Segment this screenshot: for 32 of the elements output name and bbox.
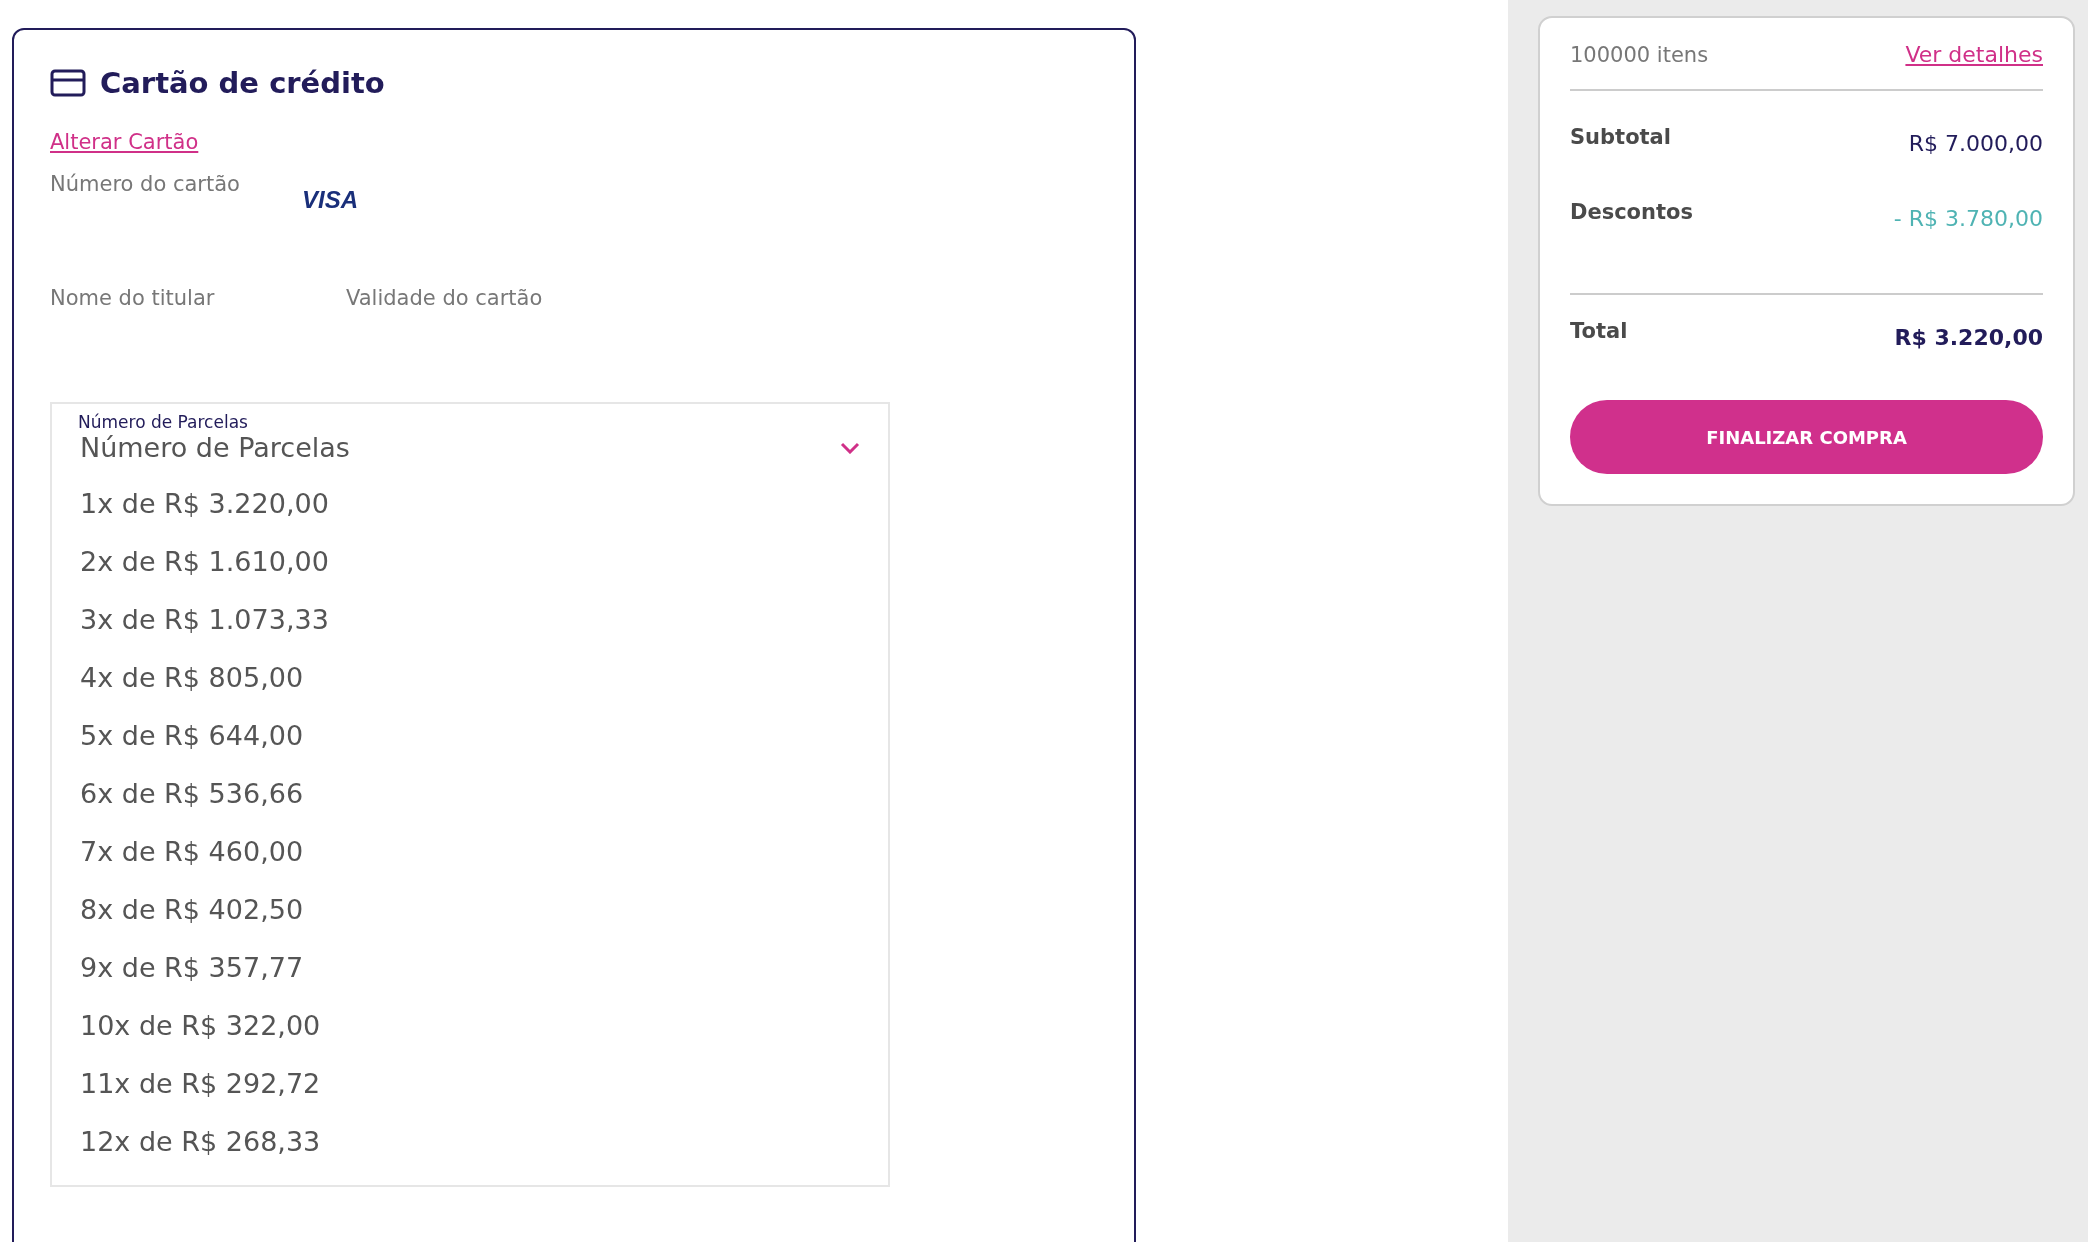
installment-option[interactable]: 8x de R$ 402,50 <box>52 881 888 939</box>
summary-label: Descontos <box>1570 200 1693 224</box>
summary-label: Subtotal <box>1570 125 1671 149</box>
installment-option[interactable]: 12x de R$ 268,33 <box>52 1113 888 1171</box>
change-card-link[interactable]: Alterar Cartão <box>50 130 199 154</box>
installments-dropdown[interactable] <box>50 402 890 1187</box>
chevron-down-icon <box>840 441 860 454</box>
expiry-label: Validade do cartão <box>346 286 543 312</box>
dropdown-label: Número de Parcelas <box>77 412 249 432</box>
credit-card-icon <box>50 69 86 97</box>
summary-label: Total <box>1570 319 1628 343</box>
installment-option[interactable]: 1x de R$ 3.220,00 <box>52 475 888 533</box>
summary-value: - R$ 3.780,00 <box>1893 206 2043 231</box>
dropdown-placeholder: Número de Parcelas <box>80 432 350 463</box>
summary-value: R$ 3.220,00 <box>1894 325 2043 350</box>
items-count: 100000 itens <box>1570 42 1709 67</box>
installment-option[interactable]: 2x de R$ 1.610,00 <box>52 533 888 591</box>
summary-value: R$ 7.000,00 <box>1908 131 2043 156</box>
installment-option[interactable]: 4x de R$ 805,00 <box>52 649 888 707</box>
section-title: Cartão de crédito <box>100 66 385 100</box>
details-link[interactable]: Ver detalhes <box>1905 42 2043 67</box>
card-number-label: Número do cartão <box>50 172 240 196</box>
installment-option[interactable]: 11x de R$ 292,72 <box>52 1055 888 1113</box>
holder-name-label: Nome do titular <box>50 286 216 312</box>
installment-option[interactable]: 10x de R$ 322,00 <box>52 997 888 1055</box>
installment-option[interactable]: 6x de R$ 536,66 <box>52 765 888 823</box>
checkout-button[interactable]: FINALIZAR COMPRA <box>1570 400 2043 474</box>
installment-option[interactable]: 9x de R$ 357,77 <box>52 939 888 997</box>
installment-option[interactable]: 3x de R$ 1.073,33 <box>52 591 888 649</box>
card-brand-logo: VISA <box>301 186 358 214</box>
installment-option[interactable]: 7x de R$ 460,00 <box>52 823 888 881</box>
installment-option[interactable]: 5x de R$ 644,00 <box>52 707 888 765</box>
